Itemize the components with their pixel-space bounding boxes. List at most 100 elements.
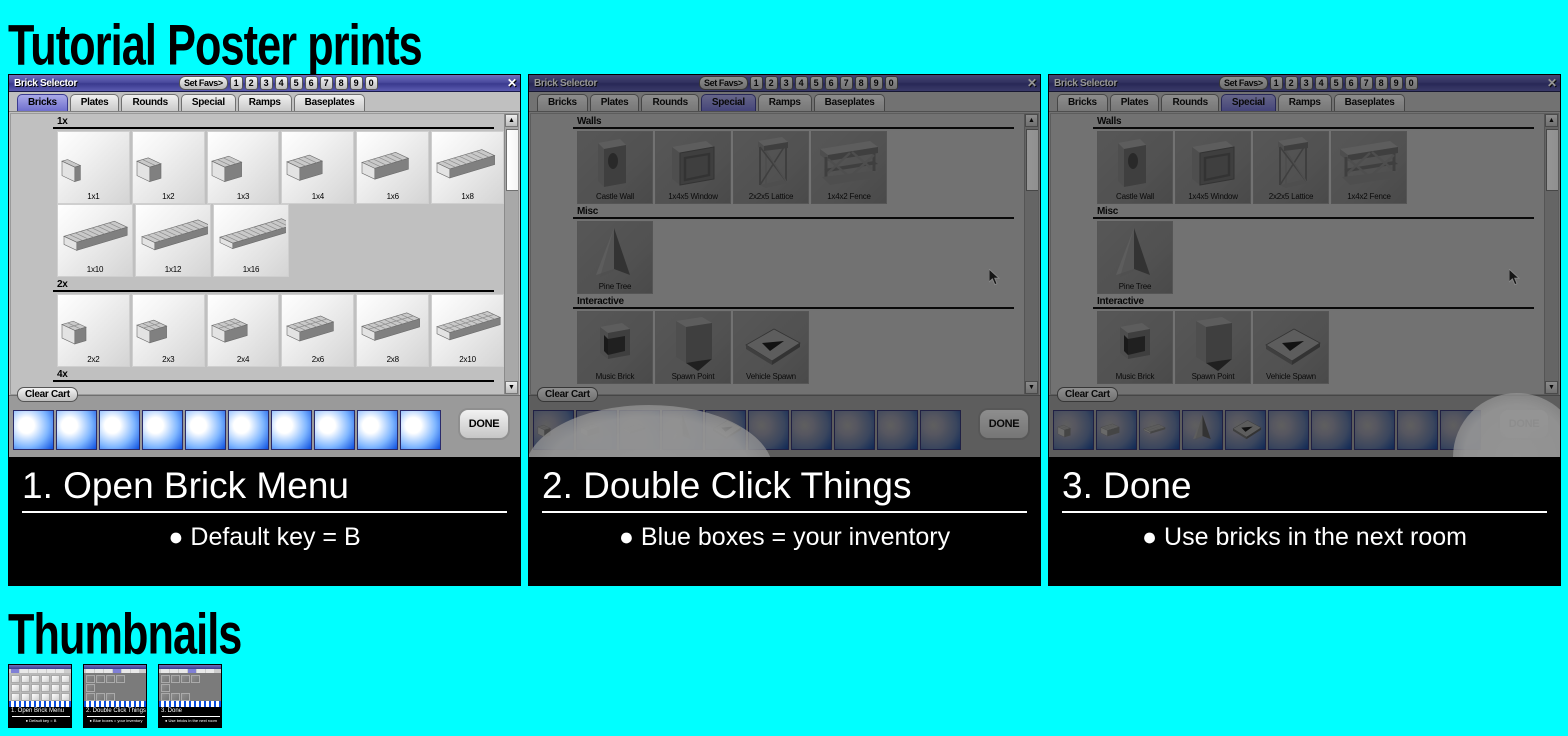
tab-plates[interactable]: Plates (589, 94, 640, 111)
fav-slot-7[interactable]: 7 (839, 76, 853, 90)
scrollbar-thumb[interactable] (1026, 129, 1038, 191)
cart-slot-1[interactable] (1053, 409, 1094, 450)
thumbnail-1[interactable]: 1. Open Brick Menu ● Default key = B (8, 664, 72, 728)
cart-slot-9[interactable] (1397, 409, 1438, 450)
scroll-up-icon[interactable]: ▲ (1545, 114, 1558, 127)
fav-slot-7[interactable]: 7 (1359, 76, 1373, 90)
cart-slot-2[interactable] (56, 409, 97, 450)
fav-slot-5[interactable]: 5 (809, 76, 823, 90)
cart-slot-9[interactable] (877, 409, 918, 450)
close-icon[interactable]: ✕ (1027, 77, 1037, 89)
cart-slot-3[interactable] (619, 409, 660, 450)
fav-slot-3[interactable]: 3 (259, 76, 273, 90)
brick-item-castle-wall[interactable]: Castle Wall (577, 131, 653, 204)
brick-item-1x12[interactable]: 1x12 (135, 204, 211, 277)
fav-slot-7[interactable]: 7 (319, 76, 333, 90)
brick-item-pine-tree[interactable]: Pine Tree (1097, 221, 1173, 294)
brick-item-1x4x2-fence[interactable]: 1x4x2 Fence (1331, 131, 1407, 204)
cart-slot-4[interactable] (142, 409, 183, 450)
cart-slot-6[interactable] (1268, 409, 1309, 450)
fav-slot-4[interactable]: 4 (794, 76, 808, 90)
cart-slot-5[interactable] (1225, 409, 1266, 450)
cart-slot-10[interactable] (400, 409, 441, 450)
fav-slot-3[interactable]: 3 (779, 76, 793, 90)
tab-plates[interactable]: Plates (69, 94, 120, 111)
cart-slot-3[interactable] (99, 409, 140, 450)
brick-item-music-brick[interactable]: Music Brick (1097, 311, 1173, 384)
scroll-up-icon[interactable]: ▲ (505, 114, 518, 127)
cart-slot-7[interactable] (271, 409, 312, 450)
cart-slot-8[interactable] (1354, 409, 1395, 450)
thumbnail-3[interactable]: 3. Done ● Use bricks in the next room (158, 664, 222, 728)
scroll-down-icon[interactable]: ▼ (505, 381, 518, 394)
cart-slot-1[interactable] (13, 409, 54, 450)
fav-slot-9[interactable]: 9 (349, 76, 363, 90)
cart-slot-3[interactable] (1139, 409, 1180, 450)
tab-plates[interactable]: Plates (1109, 94, 1160, 111)
fav-slot-2[interactable]: 2 (1284, 76, 1298, 90)
fav-slot-5[interactable]: 5 (289, 76, 303, 90)
brick-item-1x4x5-window[interactable]: 1x4x5 Window (1175, 131, 1251, 204)
fav-slot-2[interactable]: 2 (244, 76, 258, 90)
fav-slot-3[interactable]: 3 (1299, 76, 1313, 90)
brick-item-1x4[interactable]: 1x4 (281, 131, 355, 204)
scrollbar-thumb[interactable] (1546, 129, 1558, 191)
tab-special[interactable]: Special (700, 94, 756, 111)
brick-item-castle-wall[interactable]: Castle Wall (1097, 131, 1173, 204)
brick-item-1x16[interactable]: 1x16 (213, 204, 289, 277)
scroll-up-icon[interactable]: ▲ (1025, 114, 1038, 127)
set-favs-button[interactable]: Set Favs> (1219, 76, 1268, 90)
scroll-down-icon[interactable]: ▼ (1545, 381, 1558, 394)
vertical-scrollbar[interactable]: ▲ ▼ (1024, 114, 1038, 394)
vertical-scrollbar[interactable]: ▲ ▼ (504, 114, 518, 394)
fav-slot-9[interactable]: 9 (869, 76, 883, 90)
scroll-down-icon[interactable]: ▼ (1025, 381, 1038, 394)
cart-slot-10[interactable] (920, 409, 961, 450)
cart-slot-7[interactable] (1311, 409, 1352, 450)
cart-slot-9[interactable] (357, 409, 398, 450)
tab-ramps[interactable]: Ramps (757, 94, 812, 111)
set-favs-button[interactable]: Set Favs> (699, 76, 748, 90)
cart-slot-2[interactable] (576, 409, 617, 450)
fav-slot-6[interactable]: 6 (1344, 76, 1358, 90)
brick-item-2x2x5-lattice[interactable]: 2x2x5 Lattice (1253, 131, 1329, 204)
fav-slot-1[interactable]: 1 (749, 76, 763, 90)
fav-slot-6[interactable]: 6 (304, 76, 318, 90)
fav-slot-8[interactable]: 8 (334, 76, 348, 90)
fav-slot-0[interactable]: 0 (364, 76, 378, 90)
done-button[interactable]: DONE (1498, 408, 1550, 440)
clear-cart-button[interactable]: Clear Cart (537, 387, 598, 402)
brick-item-1x6[interactable]: 1x6 (356, 131, 430, 204)
cart-slot-6[interactable] (228, 409, 269, 450)
fav-slot-2[interactable]: 2 (764, 76, 778, 90)
fav-slot-6[interactable]: 6 (824, 76, 838, 90)
cart-slot-8[interactable] (314, 409, 355, 450)
brick-item-2x8[interactable]: 2x8 (356, 294, 430, 367)
clear-cart-button[interactable]: Clear Cart (1057, 387, 1118, 402)
cart-slot-6[interactable] (748, 409, 789, 450)
tab-bricks[interactable]: Bricks (537, 94, 588, 111)
tab-ramps[interactable]: Ramps (237, 94, 292, 111)
brick-item-1x10[interactable]: 1x10 (57, 204, 133, 277)
brick-item-1x3[interactable]: 1x3 (206, 131, 280, 204)
cart-slot-8[interactable] (834, 409, 875, 450)
brick-item-vehicle-spawn[interactable]: Vehicle Spawn (733, 311, 809, 384)
fav-slot-1[interactable]: 1 (229, 76, 243, 90)
brick-item-1x1[interactable]: 1x1 (57, 131, 130, 204)
brick-item-spawn-point[interactable]: Spawn Point (1175, 311, 1251, 384)
tab-bricks[interactable]: Bricks (1057, 94, 1108, 111)
brick-item-1x4x5-window[interactable]: 1x4x5 Window (655, 131, 731, 204)
brick-item-2x3[interactable]: 2x3 (131, 294, 205, 367)
fav-slot-4[interactable]: 4 (274, 76, 288, 90)
clear-cart-button[interactable]: Clear Cart (17, 387, 78, 402)
close-icon[interactable]: ✕ (507, 77, 517, 89)
brick-item-pine-tree[interactable]: Pine Tree (577, 221, 653, 294)
tab-baseplates[interactable]: Baseplates (1333, 94, 1406, 111)
cart-slot-2[interactable] (1096, 409, 1137, 450)
fav-slot-1[interactable]: 1 (1269, 76, 1283, 90)
fav-slot-4[interactable]: 4 (1314, 76, 1328, 90)
fav-slot-8[interactable]: 8 (1374, 76, 1388, 90)
tab-special[interactable]: Special (180, 94, 236, 111)
fav-slot-8[interactable]: 8 (854, 76, 868, 90)
cart-slot-5[interactable] (185, 409, 226, 450)
